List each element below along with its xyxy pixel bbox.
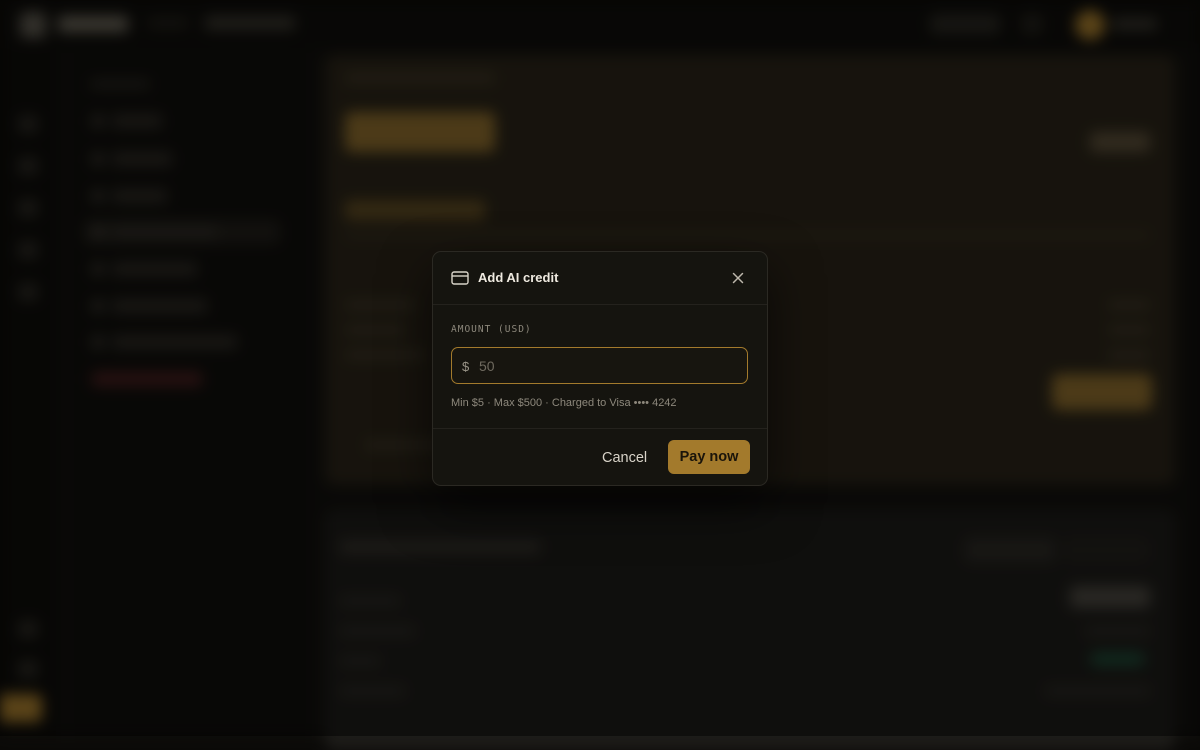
pay-now-button[interactable]: Pay now bbox=[668, 440, 750, 474]
amount-field[interactable]: $ bbox=[451, 347, 748, 384]
dialog-header: Add AI credit bbox=[433, 252, 767, 305]
currency-symbol: $ bbox=[462, 359, 470, 374]
credit-card-icon bbox=[451, 271, 469, 285]
amount-label: AMOUNT (USD) bbox=[451, 324, 532, 335]
amount-hint: Min $5 · Max $500 · Charged to Visa ••••… bbox=[451, 397, 677, 409]
add-credit-dialog: Add AI credit AMOUNT (USD) $ Min $5 · Ma… bbox=[432, 251, 768, 486]
dialog-footer: Cancel Pay now bbox=[433, 428, 767, 486]
close-icon[interactable] bbox=[729, 269, 747, 287]
dialog-title: Add AI credit bbox=[478, 270, 559, 285]
cancel-button[interactable]: Cancel bbox=[590, 441, 659, 475]
amount-input[interactable] bbox=[477, 353, 741, 379]
